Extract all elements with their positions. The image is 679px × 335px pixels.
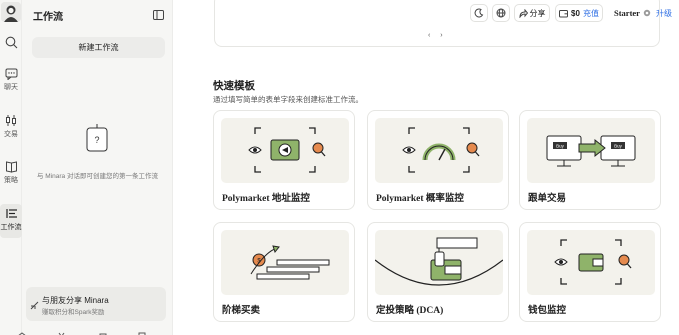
art-buy-left: Buy xyxy=(556,144,565,149)
rail-item-chat[interactable]: 聊天 xyxy=(0,68,22,92)
template-label: 定投策略 (DCA) xyxy=(376,306,444,316)
template-card-ladder-trade[interactable]: $ 阶梯买卖 xyxy=(213,222,355,322)
eye-icon xyxy=(554,258,568,266)
eye-icon xyxy=(248,146,262,154)
bottom-nav xyxy=(0,327,173,335)
template-label: Polymarket 概率监控 xyxy=(376,194,464,204)
magnifier-icon xyxy=(618,254,632,269)
magnifier-icon xyxy=(312,142,326,157)
avatar[interactable] xyxy=(1,2,21,22)
template-art xyxy=(375,230,503,295)
workflow-sidebar: 工作流 新建工作流 ? 与 Minara 对话即可创建您的第一条工作流 与朋友分… xyxy=(22,0,173,335)
template-card-polymarket-probability[interactable]: Polymarket 概率监控 xyxy=(367,110,509,210)
template-art: Buy Buy xyxy=(527,118,655,183)
magnifier-icon xyxy=(466,142,480,157)
template-label: 阶梯买卖 xyxy=(222,306,261,316)
search-icon xyxy=(5,36,17,49)
template-art xyxy=(221,118,349,183)
gift-icon xyxy=(30,297,39,315)
share-subtitle: 赚取积分和Spark奖励 xyxy=(42,309,105,316)
art-buy-right: Buy xyxy=(614,144,623,149)
rail-item-label: 交易 xyxy=(4,131,18,138)
previous-section-card xyxy=(214,0,660,47)
book-icon xyxy=(5,161,17,173)
svg-text:?: ? xyxy=(94,135,99,145)
section-subtitle: 通过填写简单的表单字段来创建标准工作流。 xyxy=(213,95,363,104)
template-label: Polymarket 地址监控 xyxy=(222,194,310,204)
rail-item-label: 策略 xyxy=(4,177,18,184)
sidebar-title: 工作流 xyxy=(33,12,63,23)
candlestick-icon xyxy=(5,115,16,126)
workflow-icon xyxy=(5,209,17,218)
template-label: 钱包监控 xyxy=(528,306,567,316)
rail-item-strategy[interactable]: 策略 xyxy=(0,160,22,185)
template-card-dca[interactable]: 定投策略 (DCA) xyxy=(367,222,509,322)
empty-state-icon: ? xyxy=(86,124,108,152)
template-card-wallet-monitor[interactable]: 钱包监控 xyxy=(519,222,661,322)
eye-icon xyxy=(402,146,416,154)
section-title: 快速模板 xyxy=(213,80,255,92)
template-label: 跟单交易 xyxy=(528,194,567,204)
sidebar-toggle-icon[interactable] xyxy=(153,7,164,25)
share-minara-card[interactable]: 与朋友分享 Minara 赚取积分和Spark奖励 xyxy=(26,287,166,321)
template-card-copy-trade[interactable]: Buy Buy 跟单交易 xyxy=(519,110,661,210)
rail-item-label: 聊天 xyxy=(4,84,18,91)
wallet-art-icon xyxy=(578,253,604,272)
empty-state-text: 与 Minara 对话即可创建您的第一条工作流 xyxy=(37,173,158,180)
carousel-pager[interactable]: ‹ › xyxy=(428,32,447,39)
rail-item-search[interactable] xyxy=(0,36,22,49)
left-rail: 聊天 交易 策略 工作流 xyxy=(0,0,22,335)
template-art xyxy=(527,230,655,295)
rail-item-workflow[interactable]: 工作流 xyxy=(0,204,22,238)
template-art xyxy=(375,118,503,183)
share-title: 与朋友分享 Minara xyxy=(42,296,109,305)
new-workflow-button[interactable]: 新建工作流 xyxy=(32,37,165,58)
rail-item-label: 工作流 xyxy=(0,224,22,231)
template-card-polymarket-address[interactable]: Polymarket 地址监控 xyxy=(213,110,355,210)
gauge-icon xyxy=(422,143,456,161)
rail-item-trade[interactable]: 交易 xyxy=(0,114,22,139)
chat-icon xyxy=(5,68,17,80)
template-art: $ xyxy=(221,230,349,295)
